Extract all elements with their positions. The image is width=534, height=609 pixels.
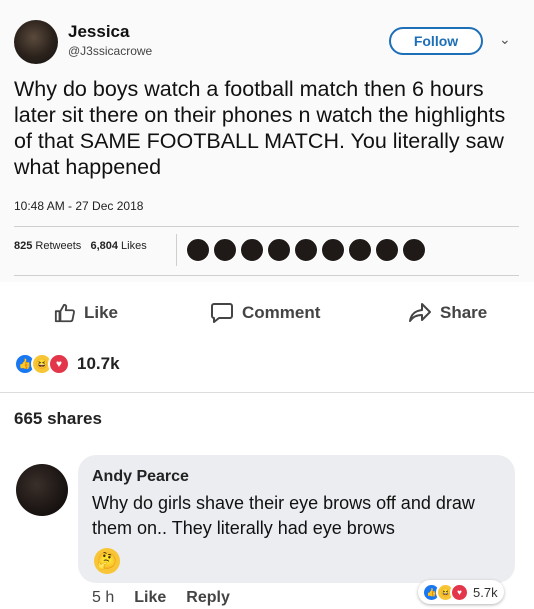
- post-actions: Like Comment Share: [0, 282, 534, 344]
- tweet-stats: 825 Retweets 6,804 Likes: [14, 240, 147, 252]
- avatar[interactable]: [14, 20, 58, 64]
- liker-avatar[interactable]: [267, 238, 291, 262]
- comment-reaction-count: 5.7k: [473, 584, 498, 600]
- liker-avatar[interactable]: [213, 238, 237, 262]
- retweets-label[interactable]: Retweets: [35, 240, 81, 252]
- comment-text: Why do girls shave their eye brows off a…: [92, 493, 475, 538]
- tweet-card: Jessica @J3ssicacrowe Follow ⌄ Why do bo…: [0, 0, 534, 282]
- retweet-count[interactable]: 825: [14, 240, 32, 252]
- shares-count[interactable]: 665 shares: [14, 409, 102, 429]
- divider: [0, 392, 534, 393]
- comment-like-link[interactable]: Like: [134, 589, 166, 607]
- comment-button[interactable]: Comment: [210, 302, 320, 324]
- comment-author[interactable]: Andy Pearce: [92, 468, 189, 486]
- comment-reply-link[interactable]: Reply: [186, 589, 230, 607]
- share-button-label: Share: [440, 303, 488, 322]
- liker-avatar[interactable]: [186, 238, 210, 262]
- liker-avatar[interactable]: [321, 238, 345, 262]
- like-count[interactable]: 6,804: [90, 240, 118, 252]
- comment-icon: [211, 303, 233, 323]
- comment-reactions[interactable]: 👍 😆 ♥ 5.7k: [418, 580, 504, 604]
- like-button-label: Like: [84, 303, 119, 322]
- love-reaction-icon: ♥: [48, 353, 70, 375]
- divider: [14, 226, 519, 227]
- liker-avatar[interactable]: [348, 238, 372, 262]
- comment-button-label: Comment: [242, 303, 321, 322]
- liker-avatar[interactable]: [402, 238, 426, 262]
- divider: [14, 275, 519, 276]
- comment-meta: 5 h Like Reply: [92, 589, 230, 607]
- divider: [176, 234, 177, 266]
- share-button[interactable]: Share: [408, 302, 487, 324]
- tweet-text: Why do boys watch a football match then …: [14, 77, 506, 179]
- tweet-author-handle[interactable]: @J3ssicacrowe: [68, 44, 152, 58]
- commenter-avatar[interactable]: [16, 464, 68, 516]
- share-arrow-icon: [409, 303, 431, 322]
- thumbs-up-icon: [54, 303, 75, 323]
- like-button[interactable]: Like: [54, 302, 118, 324]
- liker-avatar[interactable]: [375, 238, 399, 262]
- liker-avatar[interactable]: [294, 238, 318, 262]
- follow-button[interactable]: Follow: [389, 27, 483, 55]
- chevron-down-icon[interactable]: ⌄: [499, 31, 511, 48]
- comment-time[interactable]: 5 h: [92, 589, 114, 607]
- reaction-summary[interactable]: 👍 😆 ♥ 10.7k: [14, 353, 120, 375]
- tweet-timestamp[interactable]: 10:48 AM - 27 Dec 2018: [14, 199, 143, 213]
- love-reaction-icon: ♥: [450, 582, 469, 602]
- tweet-author-name[interactable]: Jessica: [68, 22, 129, 42]
- likes-label[interactable]: Likes: [121, 240, 147, 252]
- thinking-face-icon: 🤔: [94, 548, 120, 574]
- reaction-count: 10.7k: [77, 354, 120, 373]
- liker-avatars: [186, 238, 426, 262]
- liker-avatar[interactable]: [240, 238, 264, 262]
